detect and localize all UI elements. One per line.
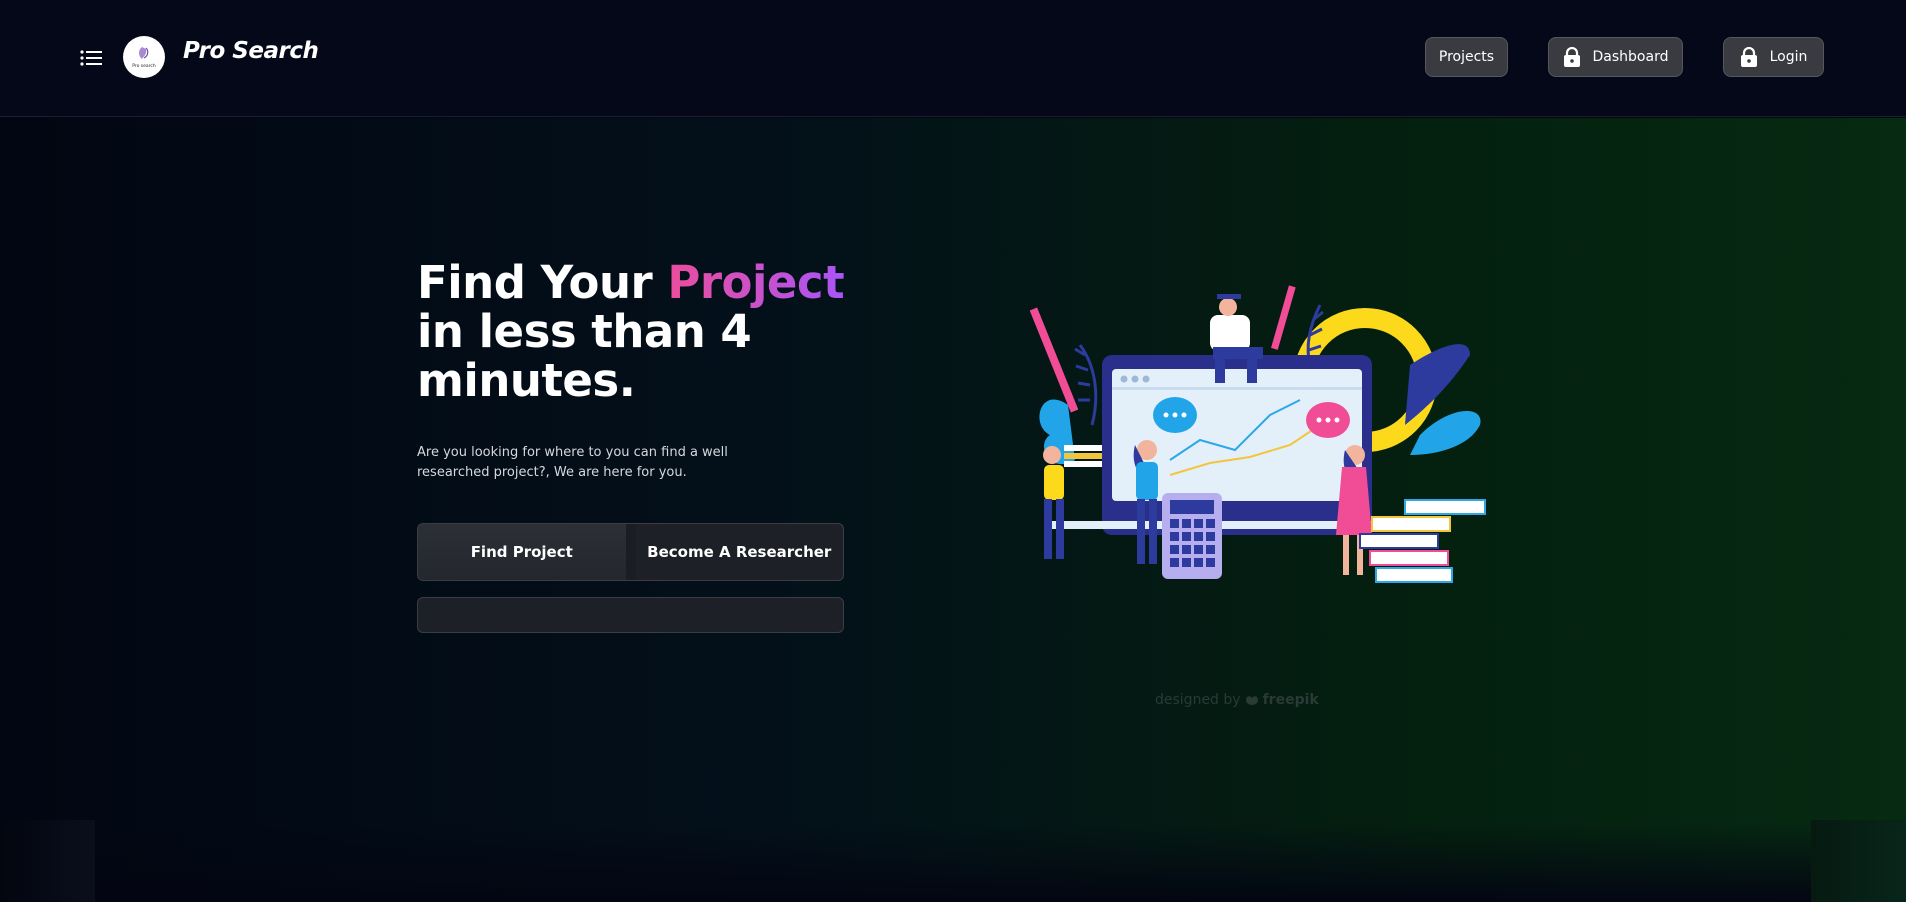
lock-icon [1563, 47, 1580, 67]
tab-find-project[interactable]: Find Project [418, 524, 636, 580]
search-input[interactable] [417, 597, 844, 633]
freepik-credit[interactable]: designed by freepik [1155, 692, 1319, 708]
headline-accent: Project [667, 256, 845, 309]
dashboard-button[interactable]: Dashboard [1548, 37, 1683, 77]
tab-become-researcher[interactable]: Become A Researcher [636, 524, 844, 580]
left-edge [0, 820, 95, 902]
logo[interactable]: Pro search [123, 36, 165, 78]
right-edge [1811, 820, 1906, 902]
hero-subtext: Are you looking for where to you can fin… [417, 445, 728, 480]
dashboard-label: Dashboard [1592, 49, 1669, 65]
menu-icon[interactable] [80, 49, 102, 67]
brand-name[interactable]: Pro Search [183, 38, 319, 64]
education-illustration [1029, 285, 1486, 583]
headline-line2: in less than 4 [417, 305, 752, 358]
headline-part1: Find Your [417, 256, 668, 309]
hero-headline: Find Your Project in less than 4 minutes… [417, 258, 877, 405]
projects-label: Projects [1438, 49, 1495, 65]
mode-tabs: Find Project Become A Researcher [417, 523, 844, 581]
login-label: Login [1769, 49, 1808, 65]
lock-icon [1740, 47, 1757, 67]
hero-section [0, 118, 1906, 902]
credit-brand: freepik [1262, 692, 1319, 708]
login-button[interactable]: Login [1723, 37, 1824, 77]
headline-line3: minutes. [417, 354, 636, 407]
logo-icon: Pro search [132, 47, 156, 69]
logo-text: Pro search [132, 63, 156, 69]
projects-button[interactable]: Projects [1425, 37, 1508, 77]
freepik-icon [1245, 696, 1258, 705]
credit-prefix: designed by [1155, 692, 1241, 708]
top-header: Pro search Pro Search Projects Dashboard… [0, 0, 1906, 117]
